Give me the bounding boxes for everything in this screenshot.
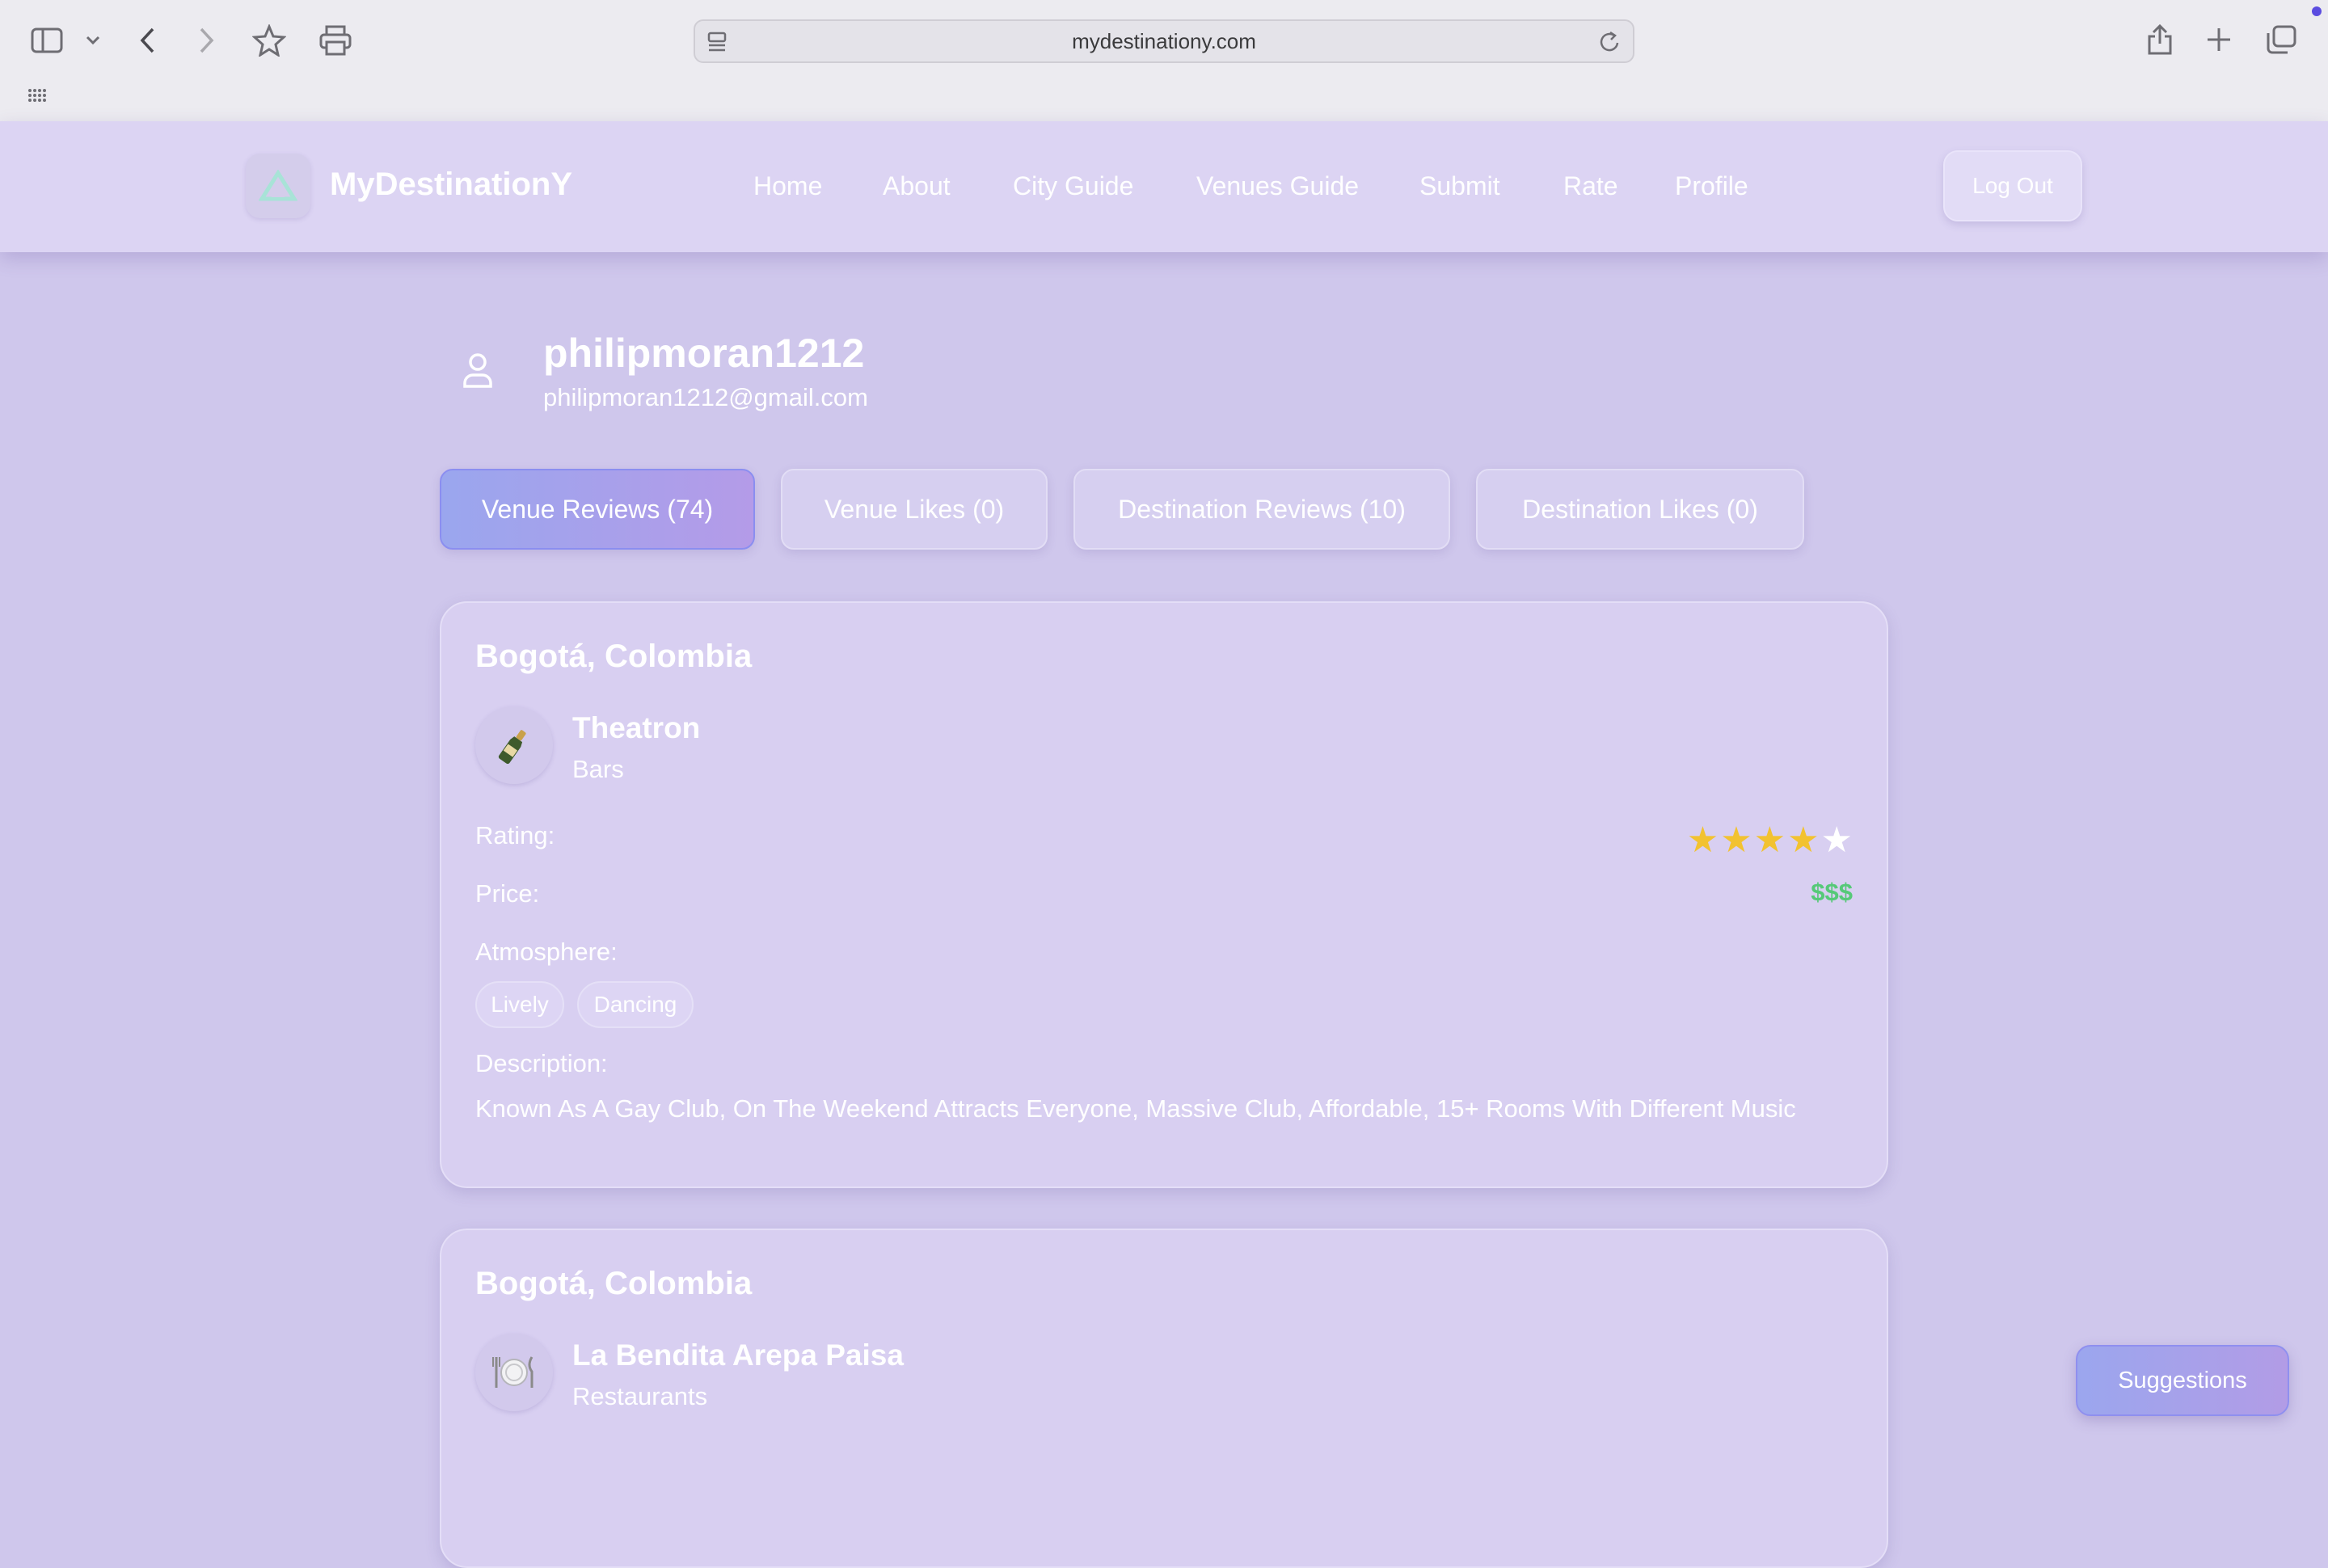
nav-rate[interactable]: Rate (1563, 171, 1618, 201)
nav-home[interactable]: Home (753, 171, 822, 201)
forward-arrow-icon[interactable] (196, 26, 217, 55)
print-icon[interactable] (318, 24, 352, 57)
log-out-button[interactable]: Log Out (1943, 150, 2082, 221)
atmosphere-tag: Dancing (577, 981, 694, 1028)
atmosphere-tag: Lively (475, 981, 564, 1028)
rating-label: Rating: (475, 821, 555, 849)
price-value: $$$ (1811, 878, 1853, 906)
star-filled-icon: ★ (1686, 820, 1719, 860)
review-city: Bogotá, Colombia (475, 639, 753, 674)
share-icon[interactable] (2145, 23, 2174, 57)
sidebar-toggle-icon[interactable] (31, 27, 65, 53)
tab-destination-reviews[interactable]: Destination Reviews (10) (1073, 469, 1450, 550)
review-city: Bogotá, Colombia (475, 1266, 753, 1301)
notification-dot (2312, 6, 2322, 16)
star-filled-icon: ★ (1720, 820, 1752, 860)
venue-category: Bars (572, 755, 624, 783)
apps-grid-icon[interactable] (27, 87, 47, 103)
venue-name[interactable]: Theatron (572, 711, 700, 745)
bottle-icon (475, 706, 553, 784)
tab-overview-icon[interactable] (2265, 24, 2297, 55)
profile-email: philipmoran1212@gmail.com (543, 383, 868, 411)
user-icon (461, 351, 495, 394)
nav-about[interactable]: About (883, 171, 951, 201)
chevron-down-icon[interactable] (84, 32, 102, 48)
reload-icon[interactable] (1599, 30, 1622, 58)
rating-stars: ★ ★ ★ ★ ★ (1687, 823, 1853, 858)
review-card: Bogotá, Colombia Theatron Bars Rating: ★… (440, 601, 1888, 1188)
nav-venues-guide[interactable]: Venues Guide (1196, 171, 1359, 201)
venue-name[interactable]: La Bendita Arepa Paisa (572, 1338, 904, 1372)
site-header: MyDestinationY Home About City Guide Ven… (0, 121, 2328, 252)
nav-city-guide[interactable]: City Guide (1013, 171, 1133, 201)
new-tab-plus-icon[interactable] (2205, 26, 2233, 53)
profile-username: philipmoran1212 (543, 331, 865, 376)
url-text: mydestinationy.com (1072, 28, 1256, 53)
logo-mark-icon (259, 170, 297, 201)
site-logo[interactable] (246, 154, 310, 218)
tab-destination-likes[interactable]: Destination Likes (0) (1476, 469, 1804, 550)
plate-icon (475, 1334, 553, 1411)
atmosphere-label: Atmosphere: (475, 938, 618, 966)
star-filled-icon: ★ (1753, 820, 1786, 860)
tab-venue-likes[interactable]: Venue Likes (0) (781, 469, 1048, 550)
bookmark-star-icon[interactable] (252, 24, 286, 57)
review-card: Bogotá, Colombia La Bendita Arepa Paisa … (440, 1229, 1888, 1568)
tab-venue-reviews[interactable]: Venue Reviews (74) (440, 469, 755, 550)
brand-name[interactable]: MyDestinationY (330, 166, 572, 203)
star-empty-icon: ★ (1820, 820, 1853, 860)
review-description: Known As A Gay Club, On The Weekend Attr… (475, 1094, 1796, 1123)
nav-submit[interactable]: Submit (1419, 171, 1500, 201)
address-bar[interactable]: mydestinationy.com (694, 19, 1634, 63)
venue-category: Restaurants (572, 1382, 708, 1410)
price-label: Price: (475, 879, 540, 908)
star-filled-icon: ★ (1787, 820, 1820, 860)
nav-profile[interactable]: Profile (1675, 171, 1748, 201)
browser-toolbar: mydestinationy.com (0, 0, 2328, 123)
description-label: Description: (475, 1049, 608, 1077)
back-arrow-icon[interactable] (137, 26, 158, 55)
suggestions-button[interactable]: Suggestions (2076, 1345, 2289, 1416)
